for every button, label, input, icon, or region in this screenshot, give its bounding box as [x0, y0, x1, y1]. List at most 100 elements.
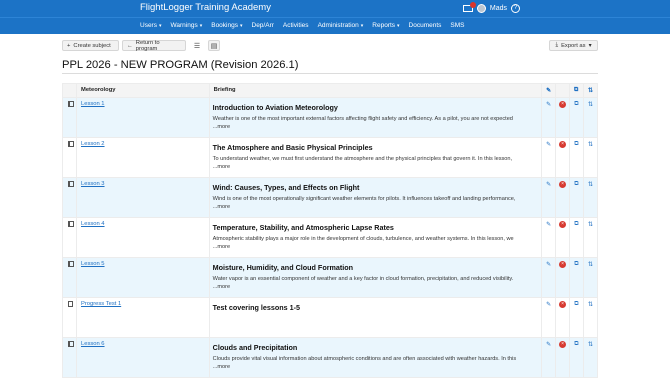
move-button[interactable]: ⇅ [582, 217, 599, 258]
briefing-text: Water vapor is an essential component of… [212, 276, 514, 282]
move-button[interactable]: ⇅ [582, 337, 599, 378]
lesson-cell: Lesson 3 [76, 177, 210, 218]
chevron-down-icon: ▾ [199, 23, 203, 29]
copy-button[interactable]: ⧉ [568, 137, 584, 178]
nav-item-label: Dep/Arr [251, 22, 274, 29]
move-button[interactable]: ⇅ [582, 177, 599, 218]
delete-button[interactable]: × [555, 257, 570, 298]
delete-button[interactable]: × [555, 337, 570, 378]
more-link[interactable]: ...more [213, 124, 538, 130]
table-row: Progress Test 1 Test covering lessons 1-5… [62, 297, 599, 338]
move-button[interactable]: ⇅ [582, 97, 599, 138]
chevron-down-icon: ▾ [158, 23, 162, 29]
edit-button[interactable]: ✎ [541, 137, 557, 178]
edit-button[interactable]: ✎ [541, 257, 557, 298]
more-link[interactable]: ...more [213, 164, 538, 170]
lesson-cell: Progress Test 1 [76, 297, 210, 338]
delete-icon: × [559, 301, 567, 308]
top-bar: FlightLogger Training Academy Mads ? [0, 0, 670, 17]
briefing-cell: Test covering lessons 1-5 [208, 297, 543, 338]
return-to-program-button[interactable]: ← Return to program [122, 40, 186, 52]
briefing-text: Wind is one of the most operationally si… [212, 196, 516, 202]
copy-button[interactable]: ⧉ [568, 97, 584, 138]
nav-item-documents[interactable]: Documents [409, 22, 442, 29]
help-icon[interactable]: ? [511, 4, 520, 13]
lesson-link[interactable]: Lesson 4 [81, 221, 105, 227]
nav-item-sms[interactable]: SMS [450, 22, 464, 29]
briefing-text: To understand weather, we must first und… [212, 156, 513, 162]
plus-icon: + [67, 42, 71, 49]
nav-item-warnings[interactable]: Warnings ▾ [171, 22, 203, 29]
row-type-cell [62, 97, 77, 138]
delete-icon: × [559, 181, 567, 188]
document-view-icon[interactable]: ▤ [208, 40, 220, 51]
pencil-icon: ✎ [546, 102, 552, 108]
list-view-icon[interactable]: ☰ [191, 40, 203, 51]
nav-item-reports[interactable]: Reports ▾ [372, 22, 399, 29]
delete-button[interactable]: × [555, 97, 570, 138]
lesson-cell: Lesson 6 [76, 337, 210, 378]
copy-button[interactable]: ⧉ [568, 337, 584, 378]
lesson-link[interactable]: Lesson 2 [81, 141, 105, 147]
more-link[interactable]: ...more [213, 204, 538, 210]
export-as-button[interactable]: ⤓ Export as ▾ [549, 40, 598, 51]
nav-item-activities[interactable]: Activities [283, 22, 309, 29]
table-row: Lesson 1 Introduction to Aviation Meteoro… [62, 97, 599, 138]
edit-all-header[interactable]: ✎ [541, 83, 557, 98]
more-link[interactable]: ...more [213, 364, 538, 370]
sort-icon: ⇅ [587, 222, 593, 228]
icon-header [62, 83, 77, 98]
table-row: Lesson 3 Wind: Causes, Types, and Effects… [62, 177, 599, 218]
lesson-link[interactable]: Lesson 5 [81, 261, 105, 267]
create-subject-label: Create subject [73, 42, 111, 49]
move-button[interactable]: ⇅ [582, 137, 599, 178]
move-button[interactable]: ⇅ [582, 257, 599, 298]
briefing-cell: The Atmosphere and Basic Physical Princi… [208, 137, 543, 178]
edit-button[interactable]: ✎ [541, 97, 557, 138]
more-link[interactable]: ...more [213, 284, 538, 290]
lesson-link[interactable]: Lesson 1 [81, 101, 105, 107]
move-button[interactable]: ⇅ [582, 297, 599, 338]
nav-item-dep-arr[interactable]: Dep/Arr [252, 22, 274, 29]
copy-button[interactable]: ⧉ [568, 217, 584, 258]
edit-button[interactable]: ✎ [541, 297, 557, 338]
pencil-icon: ✎ [546, 222, 552, 228]
main-nav: Users ▾ Warnings ▾ Bookings ▾ Dep/Arr Activitie… [0, 17, 670, 34]
delete-button[interactable]: × [555, 177, 570, 218]
edit-button[interactable]: ✎ [541, 217, 557, 258]
user-name[interactable]: Mads [490, 5, 507, 12]
copy-button[interactable]: ⧉ [568, 257, 584, 298]
edit-button[interactable]: ✎ [541, 337, 557, 378]
lesson-link[interactable]: Progress Test 1 [81, 301, 121, 307]
title-divider [62, 73, 598, 74]
lesson-link[interactable]: Lesson 3 [81, 181, 105, 187]
row-type-cell [62, 177, 77, 218]
create-subject-button[interactable]: + Create subject [62, 40, 119, 51]
avatar[interactable] [476, 4, 486, 13]
delete-button[interactable]: × [555, 217, 570, 258]
pencil-icon: ✎ [546, 262, 552, 268]
delete-button[interactable]: × [555, 297, 570, 338]
table-row: Lesson 5 Moisture, Humidity, and Cloud Fo… [62, 257, 599, 298]
delete-icon: × [559, 261, 567, 268]
mail-icon[interactable] [462, 2, 476, 12]
table-row: Lesson 4 Temperature, Stability, and Atmo… [62, 217, 599, 258]
sort-header[interactable]: ⇅ [582, 83, 599, 98]
copy-button[interactable]: ⧉ [568, 177, 584, 218]
nav-item-bookings[interactable]: Bookings ▾ [211, 22, 242, 29]
copy-all-header[interactable]: ⧉ [568, 83, 584, 98]
copy-button[interactable]: ⧉ [568, 297, 584, 338]
lesson-cell: Lesson 1 [76, 97, 210, 138]
table-row: Lesson 6 Clouds and Precipitation Clouds p… [62, 337, 599, 378]
nav-item-users[interactable]: Users ▾ [140, 22, 162, 29]
nav-item-label: Users [140, 22, 157, 29]
edit-button[interactable]: ✎ [541, 177, 557, 218]
nav-item-administration[interactable]: Administration ▾ [318, 22, 364, 29]
row-type-cell [62, 337, 77, 378]
delete-button[interactable]: × [555, 137, 570, 178]
chevron-down-icon: ▾ [239, 23, 243, 29]
sort-icon: ⇅ [587, 182, 593, 188]
sort-icon: ⇅ [587, 142, 593, 148]
more-link[interactable]: ...more [213, 244, 538, 250]
lesson-link[interactable]: Lesson 6 [81, 341, 105, 347]
